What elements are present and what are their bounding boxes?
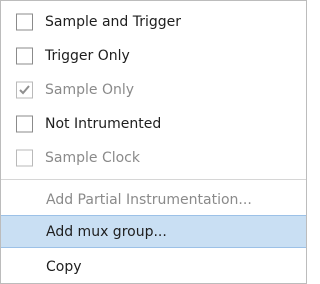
menu-item-not-instrumented[interactable]: Not Intrumented <box>1 107 306 140</box>
menu-item-sample-and-trigger[interactable]: Sample and Trigger <box>1 5 306 38</box>
menu-item-trigger-only[interactable]: Trigger Only <box>1 39 306 72</box>
checkbox-checked-icon <box>16 81 33 98</box>
menu-item-label: Copy <box>46 258 82 275</box>
menu-item-label: Not Intrumented <box>45 115 162 132</box>
checkmark-icon <box>19 84 30 94</box>
menu-item-label: Trigger Only <box>45 47 130 64</box>
menu-separator <box>1 179 306 180</box>
checkbox-unchecked-icon[interactable] <box>16 47 33 64</box>
checkbox-unchecked-icon[interactable] <box>16 115 33 132</box>
menu-item-add-partial-instrumentation: Add Partial Instrumentation... <box>1 183 306 216</box>
checkbox-unchecked-icon <box>16 149 33 166</box>
menu-item-label: Sample Only <box>45 81 135 98</box>
menu-item-copy[interactable]: Copy <box>1 250 306 283</box>
menu-item-label: Sample Clock <box>45 149 140 166</box>
menu-item-label: Sample and Trigger <box>45 13 182 30</box>
context-menu: Sample and Trigger Trigger Only Sample O… <box>0 0 307 284</box>
menu-item-label: Add mux group... <box>46 223 167 240</box>
menu-item-sample-only: Sample Only <box>1 73 306 106</box>
menu-item-sample-clock: Sample Clock <box>1 141 306 174</box>
menu-item-add-mux-group[interactable]: Add mux group... <box>1 215 306 248</box>
checkbox-unchecked-icon[interactable] <box>16 13 33 30</box>
menu-item-label: Add Partial Instrumentation... <box>46 191 252 208</box>
